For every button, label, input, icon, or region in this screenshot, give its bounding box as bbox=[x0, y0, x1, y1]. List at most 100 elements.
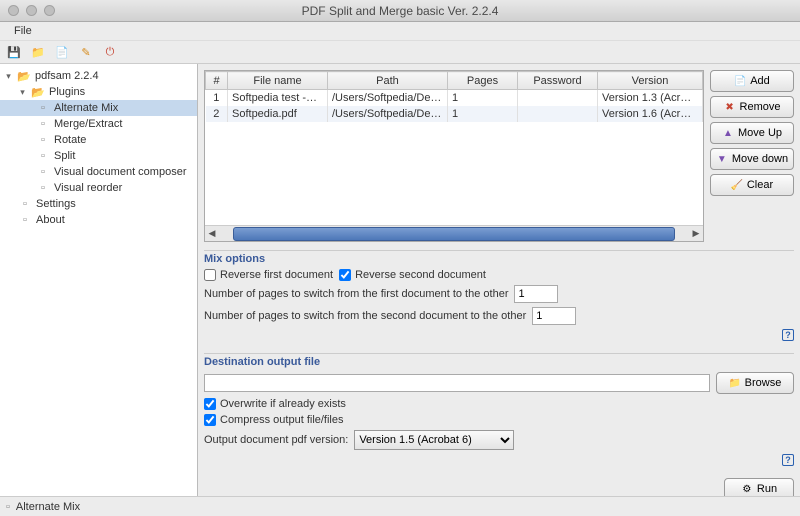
log-icon[interactable]: 📄 bbox=[54, 44, 70, 60]
button-label: Browse bbox=[745, 377, 782, 389]
cell-filename: Softpedia.pdf bbox=[228, 106, 328, 122]
page-icon: ▫ bbox=[18, 213, 32, 227]
tree-item-split[interactable]: ▫ Split bbox=[0, 148, 197, 164]
help-icon[interactable]: ? bbox=[782, 329, 794, 341]
col-num[interactable]: # bbox=[206, 72, 228, 90]
folder-icon: 📁 bbox=[729, 377, 741, 389]
col-version[interactable]: Version bbox=[598, 72, 703, 90]
menubar: File bbox=[0, 22, 800, 40]
col-pages[interactable]: Pages bbox=[448, 72, 518, 90]
tree-item-about[interactable]: ▫ About bbox=[0, 212, 197, 228]
page-icon: ▫ bbox=[36, 149, 50, 163]
page-icon: ▫ bbox=[36, 101, 50, 115]
col-path[interactable]: Path bbox=[328, 72, 448, 90]
remove-icon: ✖ bbox=[724, 101, 736, 113]
collapse-icon[interactable]: ▾ bbox=[4, 71, 13, 82]
col-filename[interactable]: File name bbox=[228, 72, 328, 90]
tree-item-merge-extract[interactable]: ▫ Merge/Extract bbox=[0, 116, 197, 132]
scroll-right-icon[interactable]: ▶ bbox=[689, 228, 703, 239]
cell-pages: 1 bbox=[448, 106, 518, 122]
cell-version: Version 1.3 (Acr… bbox=[598, 90, 703, 107]
tree-item-label: About bbox=[36, 214, 65, 226]
checkbox-label: Reverse second document bbox=[355, 269, 486, 281]
save-icon[interactable]: 💾 bbox=[6, 44, 22, 60]
arrow-up-icon: ▲ bbox=[722, 127, 734, 139]
page-icon: ▫ bbox=[36, 181, 50, 195]
open-icon[interactable]: 📁 bbox=[30, 44, 46, 60]
tree-plugins-label: Plugins bbox=[49, 86, 85, 98]
window-title: PDF Split and Merge basic Ver. 2.2.4 bbox=[0, 4, 800, 18]
gear-icon: ⚙ bbox=[741, 483, 753, 495]
page-icon: ▫ bbox=[36, 133, 50, 147]
help-icon[interactable]: ? bbox=[782, 454, 794, 466]
button-label: Remove bbox=[740, 101, 781, 113]
run-button[interactable]: ⚙Run bbox=[724, 478, 794, 496]
cell-filename: Softpedia test -… bbox=[228, 90, 328, 107]
status-icon: ▫ bbox=[6, 501, 10, 513]
scroll-left-icon[interactable]: ◀ bbox=[205, 228, 219, 239]
table-row[interactable]: 1Softpedia test -…/Users/Softpedia/De…1V… bbox=[206, 90, 703, 107]
checkbox-label: Overwrite if already exists bbox=[220, 398, 346, 410]
table-row[interactable]: 2Softpedia.pdf/Users/Softpedia/De…1 Versi… bbox=[206, 106, 703, 122]
overwrite-checkbox[interactable]: Overwrite if already exists bbox=[204, 398, 346, 410]
add-icon: 📄 bbox=[734, 75, 746, 87]
cell-num: 2 bbox=[206, 106, 228, 122]
destination-input[interactable] bbox=[204, 374, 710, 392]
edit-icon[interactable]: ✎ bbox=[78, 44, 94, 60]
destination-section: Destination output file 📁 Browse Overwrit… bbox=[204, 353, 794, 470]
clear-button[interactable]: 🧹Clear bbox=[710, 174, 794, 196]
tree-root-label: pdfsam 2.2.4 bbox=[35, 70, 99, 82]
output-version-select[interactable]: Version 1.5 (Acrobat 6) bbox=[354, 430, 514, 450]
section-title: Mix options bbox=[204, 253, 794, 265]
reverse-first-checkbox[interactable]: Reverse first document bbox=[204, 269, 333, 281]
tree-item-label: Alternate Mix bbox=[54, 102, 118, 114]
cell-pages: 1 bbox=[448, 90, 518, 107]
menu-file[interactable]: File bbox=[6, 23, 40, 39]
switch-second-input[interactable] bbox=[532, 307, 576, 325]
horizontal-scrollbar[interactable]: ◀ ▶ bbox=[205, 225, 703, 241]
move-down-button[interactable]: ▼Move down bbox=[710, 148, 794, 170]
col-password[interactable]: Password bbox=[518, 72, 598, 90]
tree-item-label: Visual document composer bbox=[54, 166, 186, 178]
tree-item-settings[interactable]: ▫ Settings bbox=[0, 196, 197, 212]
titlebar: PDF Split and Merge basic Ver. 2.2.4 bbox=[0, 0, 800, 22]
reverse-second-checkbox[interactable]: Reverse second document bbox=[339, 269, 486, 281]
cell-num: 1 bbox=[206, 90, 228, 107]
tree-item-label: Settings bbox=[36, 198, 76, 210]
output-version-label: Output document pdf version: bbox=[204, 434, 348, 446]
cell-password bbox=[518, 90, 598, 107]
compress-checkbox[interactable]: Compress output file/files bbox=[204, 414, 344, 426]
tree-item-rotate[interactable]: ▫ Rotate bbox=[0, 132, 197, 148]
cell-version: Version 1.6 (Acr… bbox=[598, 106, 703, 122]
collapse-icon[interactable]: ▾ bbox=[18, 87, 27, 98]
scrollbar-thumb[interactable] bbox=[233, 227, 675, 241]
tree-plugins[interactable]: ▾ 📂 Plugins bbox=[0, 84, 197, 100]
exit-icon[interactable]: ⏻ bbox=[102, 44, 118, 60]
statusbar: ▫ Alternate Mix bbox=[0, 496, 800, 516]
main-panel: # File name Path Pages Password Version … bbox=[198, 64, 800, 496]
page-icon: ▫ bbox=[36, 117, 50, 131]
switch-first-label: Number of pages to switch from the first… bbox=[204, 288, 508, 300]
sidebar: ▾ 📂 pdfsam 2.2.4 ▾ 📂 Plugins ▫ Alternate… bbox=[0, 64, 198, 496]
folder-open-icon: 📂 bbox=[31, 85, 45, 99]
cell-path: /Users/Softpedia/De… bbox=[328, 106, 448, 122]
browse-button[interactable]: 📁 Browse bbox=[716, 372, 794, 394]
file-table: # File name Path Pages Password Version … bbox=[204, 70, 704, 242]
switch-first-input[interactable] bbox=[514, 285, 558, 303]
tree-item-visual-reorder[interactable]: ▫ Visual reorder bbox=[0, 180, 197, 196]
remove-button[interactable]: ✖ Remove bbox=[710, 96, 794, 118]
tree-item-label: Rotate bbox=[54, 134, 86, 146]
section-title: Destination output file bbox=[204, 356, 794, 368]
switch-second-label: Number of pages to switch from the secon… bbox=[204, 310, 526, 322]
move-up-button[interactable]: ▲Move Up bbox=[710, 122, 794, 144]
tree-item-label: Split bbox=[54, 150, 75, 162]
tree-root[interactable]: ▾ 📂 pdfsam 2.2.4 bbox=[0, 68, 197, 84]
tree-item-label: Visual reorder bbox=[54, 182, 122, 194]
page-icon: ▫ bbox=[18, 197, 32, 211]
tree-item-visual-composer[interactable]: ▫ Visual document composer bbox=[0, 164, 197, 180]
add-button[interactable]: 📄Add bbox=[710, 70, 794, 92]
tree-item-alternate-mix[interactable]: ▫ Alternate Mix bbox=[0, 100, 197, 116]
clear-icon: 🧹 bbox=[731, 179, 743, 191]
tree-item-label: Merge/Extract bbox=[54, 118, 122, 130]
arrow-down-icon: ▼ bbox=[716, 153, 728, 165]
